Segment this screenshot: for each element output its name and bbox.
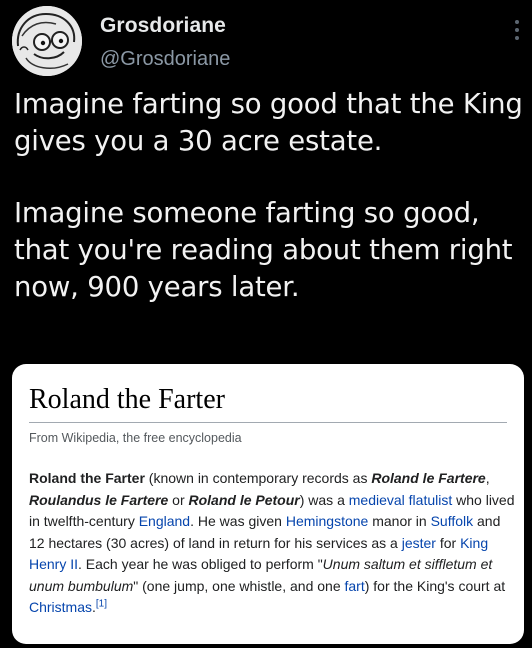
alias-3: Roland le Petour — [188, 491, 300, 508]
wiki-article-title: Roland the Farter — [29, 384, 225, 415]
user-handle[interactable]: @Grosdoriane — [100, 48, 230, 71]
link-hemingstone[interactable]: Hemingstone — [286, 513, 369, 529]
body-text: or — [168, 491, 189, 508]
tweet-paragraph-2: Imagine someone farting so good, that yo… — [14, 197, 513, 303]
display-name[interactable]: Grosdoriane — [100, 14, 226, 38]
tweet-header: Grosdoriane @Grosdoriane — [12, 6, 522, 76]
body-text: , — [485, 470, 490, 486]
wikipedia-screenshot-card[interactable]: Roland the Farter From Wikipedia, the fr… — [12, 364, 524, 644]
alias-1: Roland le Fartere — [371, 470, 486, 486]
reference-link[interactable]: [1] — [96, 598, 107, 609]
body-text: . Each year he was obliged to perform " — [78, 556, 323, 572]
link-jester[interactable]: jester — [402, 535, 436, 551]
link-medieval[interactable]: medieval — [349, 492, 405, 508]
avatar-illustration — [12, 6, 82, 76]
link-england[interactable]: England — [139, 513, 190, 529]
body-text: (known in contemporary records as — [144, 470, 372, 486]
link-fart[interactable]: fart — [345, 578, 365, 594]
article-subject: Roland the Farter — [29, 470, 145, 486]
link-christmas[interactable]: Christmas — [29, 599, 92, 615]
wiki-tagline: From Wikipedia, the free encyclopedia — [29, 431, 242, 445]
tweet-text: Imagine farting so good that the King gi… — [14, 86, 524, 306]
body-text: ) was a — [299, 491, 349, 508]
body-text: manor in — [368, 513, 431, 529]
alias-2: Roulandus le Fartere — [29, 491, 169, 508]
title-divider — [29, 422, 507, 423]
tweet: Grosdoriane @Grosdoriane Imagine farting… — [0, 0, 532, 648]
avatar[interactable] — [12, 6, 82, 76]
link-suffolk[interactable]: Suffolk — [431, 513, 474, 529]
wiki-article-body: Roland the Farter (known in contemporary… — [29, 468, 515, 619]
tweet-paragraph-1: Imagine farting so good that the King gi… — [14, 88, 523, 157]
vertical-ellipsis-icon[interactable] — [512, 20, 522, 46]
body-text: ) for the King's court at — [364, 577, 506, 594]
body-text: . He was given — [190, 513, 286, 529]
body-text: for — [435, 534, 461, 551]
link-flatulist[interactable]: flatulist — [409, 492, 453, 508]
body-text: " (one jump, one whistle, and one — [133, 577, 345, 594]
